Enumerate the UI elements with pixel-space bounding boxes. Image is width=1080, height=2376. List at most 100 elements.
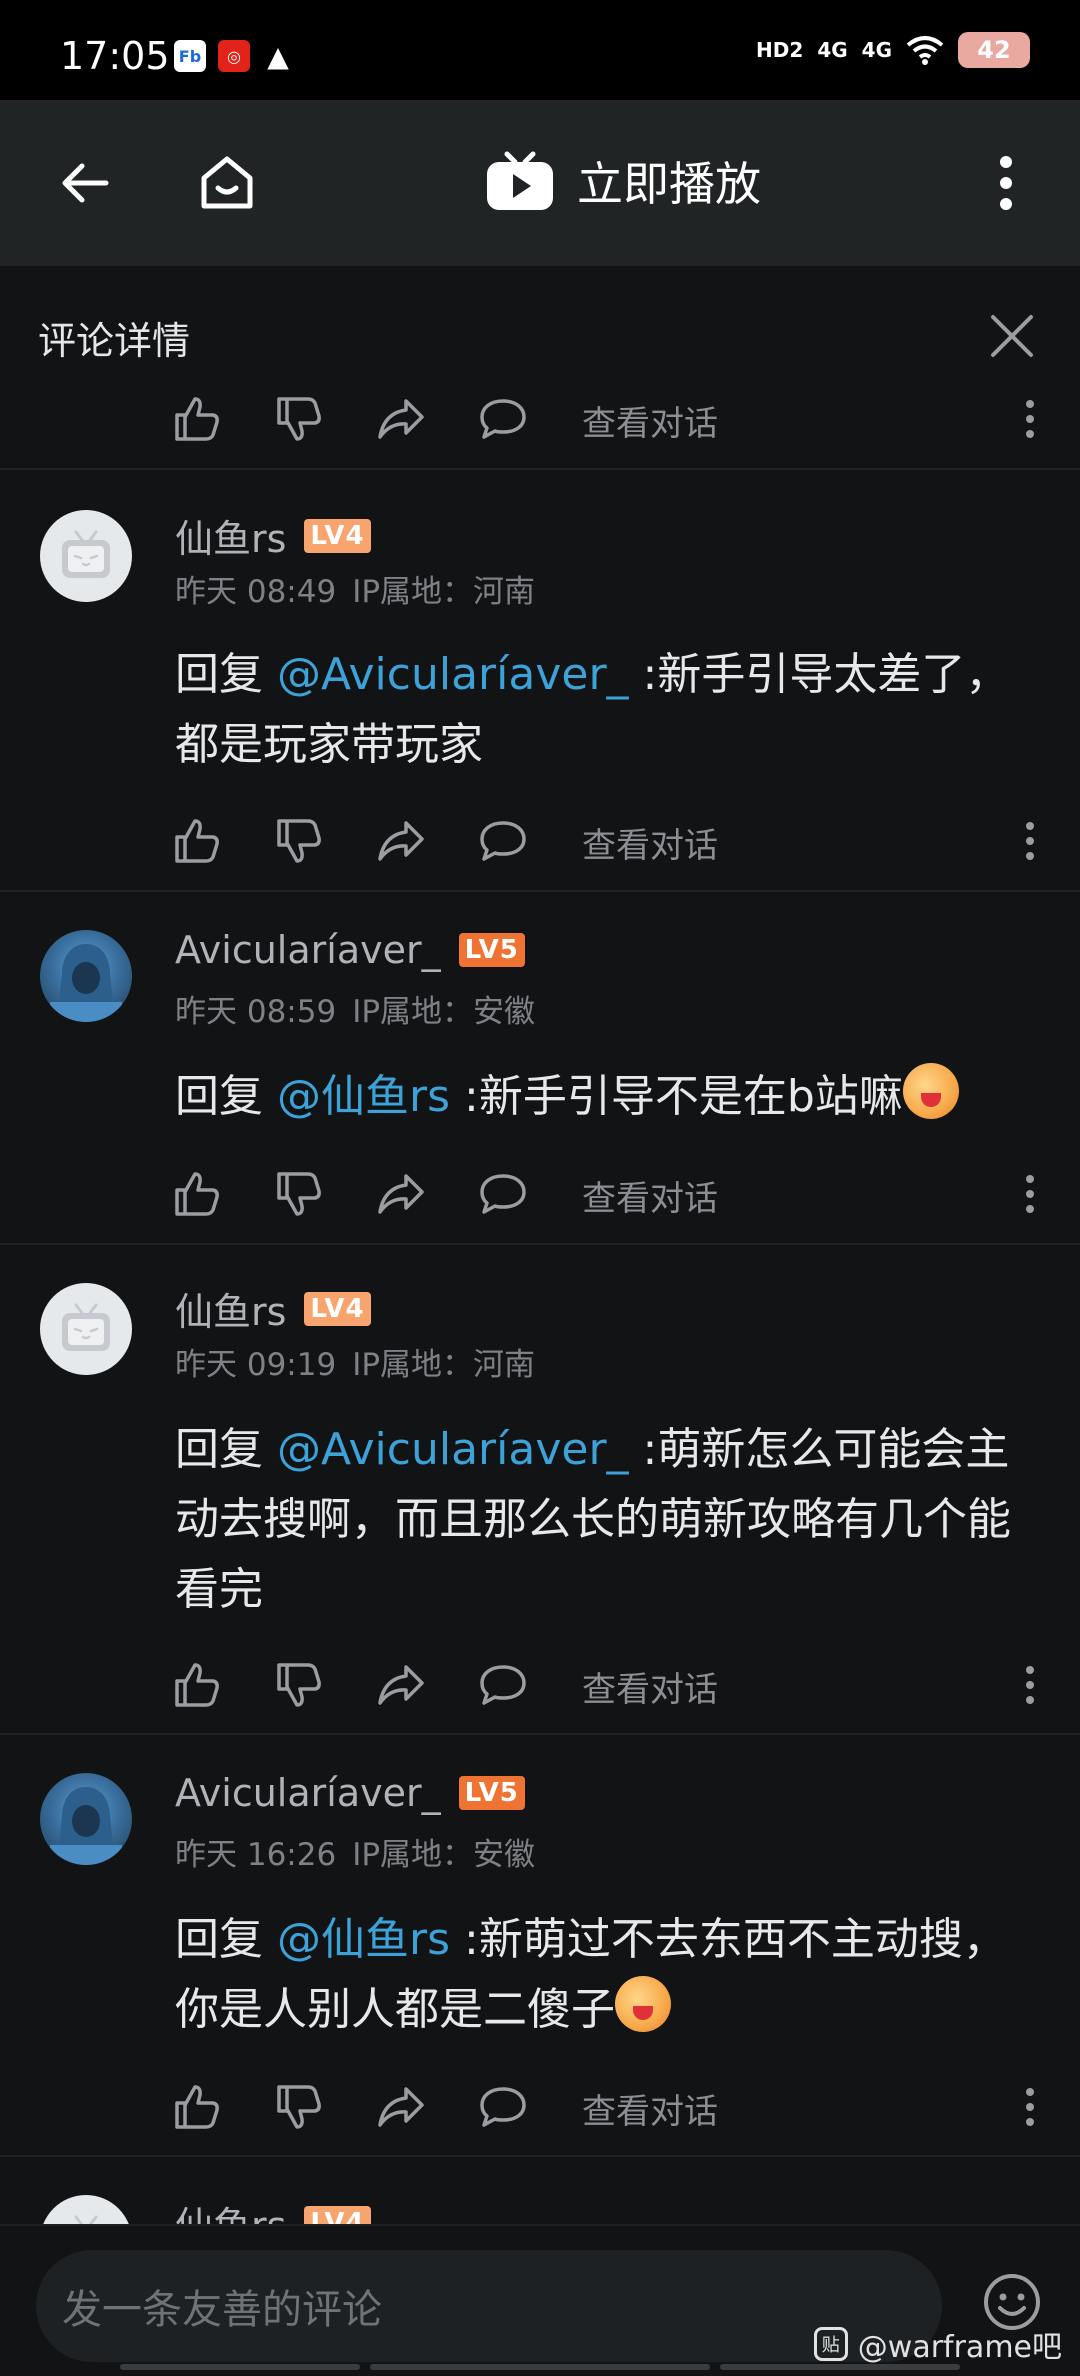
drooling-face-emoji-icon [902, 1063, 959, 1119]
wifi-icon [906, 36, 944, 65]
reply-button[interactable] [476, 814, 530, 868]
share-arrow-icon [378, 1665, 424, 1705]
level-badge: LV4 [304, 2205, 371, 2224]
username[interactable]: 仙鱼rs [175, 508, 286, 563]
default-tv-avatar-icon [62, 1303, 110, 1351]
sheet-title: 评论详情 [38, 319, 191, 363]
more-vertical-icon [1026, 1666, 1034, 1704]
comment-bubble-icon [480, 821, 526, 861]
comment-text: 回复 @Avicularíaver_ :新手引导太差了，都是玩家带玩家 [175, 640, 1035, 780]
comment-actions: 查看对话 [0, 1157, 1080, 1227]
thumbs-down-icon [277, 397, 321, 441]
warning-icon: ▲ [267, 39, 289, 73]
dislike-button[interactable] [272, 814, 326, 868]
battery-indicator: 42 [958, 32, 1030, 68]
comment-more-button[interactable] [1010, 814, 1050, 868]
username[interactable]: 仙鱼rs [175, 1281, 286, 1336]
netease-music-icon: ◎ [218, 40, 250, 72]
comment-meta: 昨天 08:49 IP属地：河南 [175, 566, 535, 611]
dislike-button[interactable] [272, 1658, 326, 1712]
username-row: Avicularíaver_ LV5 [175, 1771, 525, 1815]
ip-location: IP属地：河南 [352, 1347, 536, 1383]
thumbs-down-icon [277, 1663, 321, 1707]
comment-more-button[interactable] [1010, 2080, 1050, 2134]
level-badge: LV4 [304, 518, 371, 553]
mention-link[interactable]: @仙鱼rs [277, 1914, 450, 1965]
comment-actions: 查看对话 [0, 1648, 1080, 1718]
mention-link[interactable]: @仙鱼rs [277, 1071, 450, 1122]
share-arrow-icon [378, 821, 424, 861]
like-button[interactable] [170, 814, 224, 868]
share-button[interactable] [374, 1658, 428, 1712]
comment-more-button[interactable] [1010, 1658, 1050, 1712]
more-vertical-icon [1026, 400, 1034, 438]
comment-bubble-icon [480, 1665, 526, 1705]
like-button[interactable] [170, 1658, 224, 1712]
username-row: 仙鱼rs LV4 [175, 1281, 371, 1336]
view-conversation-link[interactable]: 查看对话 [582, 396, 718, 445]
avatar[interactable] [40, 930, 132, 1022]
comment-meta: 昨天 08:59 IP属地：安徽 [175, 986, 535, 1031]
like-button[interactable] [170, 2080, 224, 2134]
view-conversation-link[interactable]: 查看对话 [582, 1662, 718, 1711]
ip-location: IP属地：河南 [352, 574, 536, 610]
share-button[interactable] [374, 392, 428, 446]
thumbs-up-icon [175, 1172, 219, 1216]
dislike-button[interactable] [272, 392, 326, 446]
comment-actions: 查看对话 [0, 804, 1080, 874]
mention-link[interactable]: @Avicularíaver_ [277, 649, 629, 700]
comment-input[interactable]: 发一条友善的评论 [36, 2250, 942, 2362]
more-vertical-icon [1000, 156, 1012, 210]
mention-link[interactable]: @Avicularíaver_ [277, 1424, 629, 1475]
more-vertical-icon [1026, 2088, 1034, 2126]
home-button[interactable] [182, 138, 272, 228]
share-button[interactable] [374, 814, 428, 868]
comment-meta: 昨天 16:26 IP属地：安徽 [175, 1829, 535, 1874]
username[interactable]: Avicularíaver_ [175, 928, 441, 972]
reply-button[interactable] [476, 392, 530, 446]
avatar[interactable] [40, 1773, 132, 1865]
play-now-button[interactable]: 立即播放 [485, 148, 761, 214]
avatar[interactable] [40, 510, 132, 602]
drooling-face-emoji-icon [615, 1976, 671, 2032]
more-vertical-icon [1026, 1175, 1034, 1213]
back-button[interactable] [40, 138, 130, 228]
more-menu-button[interactable] [976, 138, 1036, 228]
share-arrow-icon [378, 2087, 424, 2127]
thumbs-up-icon [175, 397, 219, 441]
avatar[interactable] [40, 2195, 132, 2224]
comment-more-button[interactable] [1010, 1167, 1050, 1221]
status-time: 17:05 [60, 34, 170, 78]
level-badge: LV4 [304, 1291, 371, 1326]
view-conversation-link[interactable]: 查看对话 [582, 2084, 718, 2133]
share-arrow-icon [378, 399, 424, 439]
back-arrow-icon [62, 163, 109, 203]
username[interactable]: 仙鱼rs [175, 2195, 286, 2224]
view-conversation-link[interactable]: 查看对话 [582, 818, 718, 867]
comment-item: 仙鱼rs LV4 [0, 2157, 1080, 2224]
share-button[interactable] [374, 1167, 428, 1221]
like-button[interactable] [170, 392, 224, 446]
comment-text: 回复 @仙鱼rs :新手引导不是在b站嘛 [175, 1062, 1035, 1132]
dislike-button[interactable] [272, 2080, 326, 2134]
divider [0, 1243, 1080, 1245]
like-button[interactable] [170, 1167, 224, 1221]
comment-actions: 查看对话 [0, 2070, 1080, 2140]
comment-actions: 查看对话 [0, 382, 1080, 452]
thumbs-up-icon [175, 2085, 219, 2129]
comment-meta: 昨天 09:19 IP属地：河南 [175, 1339, 535, 1384]
view-conversation-link[interactable]: 查看对话 [582, 1171, 718, 1220]
hooded-figure-avatar-icon [50, 944, 122, 1022]
close-button[interactable] [982, 306, 1042, 366]
nav-gesture-bar [120, 2364, 360, 2370]
username[interactable]: Avicularíaver_ [175, 1771, 441, 1815]
reply-button[interactable] [476, 2080, 530, 2134]
nav-gesture-bar [370, 2364, 710, 2370]
comment-more-button[interactable] [1010, 392, 1050, 446]
share-button[interactable] [374, 2080, 428, 2134]
avatar[interactable] [40, 1283, 132, 1375]
comment-time: 昨天 09:19 [175, 1347, 337, 1383]
dislike-button[interactable] [272, 1167, 326, 1221]
reply-button[interactable] [476, 1167, 530, 1221]
reply-button[interactable] [476, 1658, 530, 1712]
